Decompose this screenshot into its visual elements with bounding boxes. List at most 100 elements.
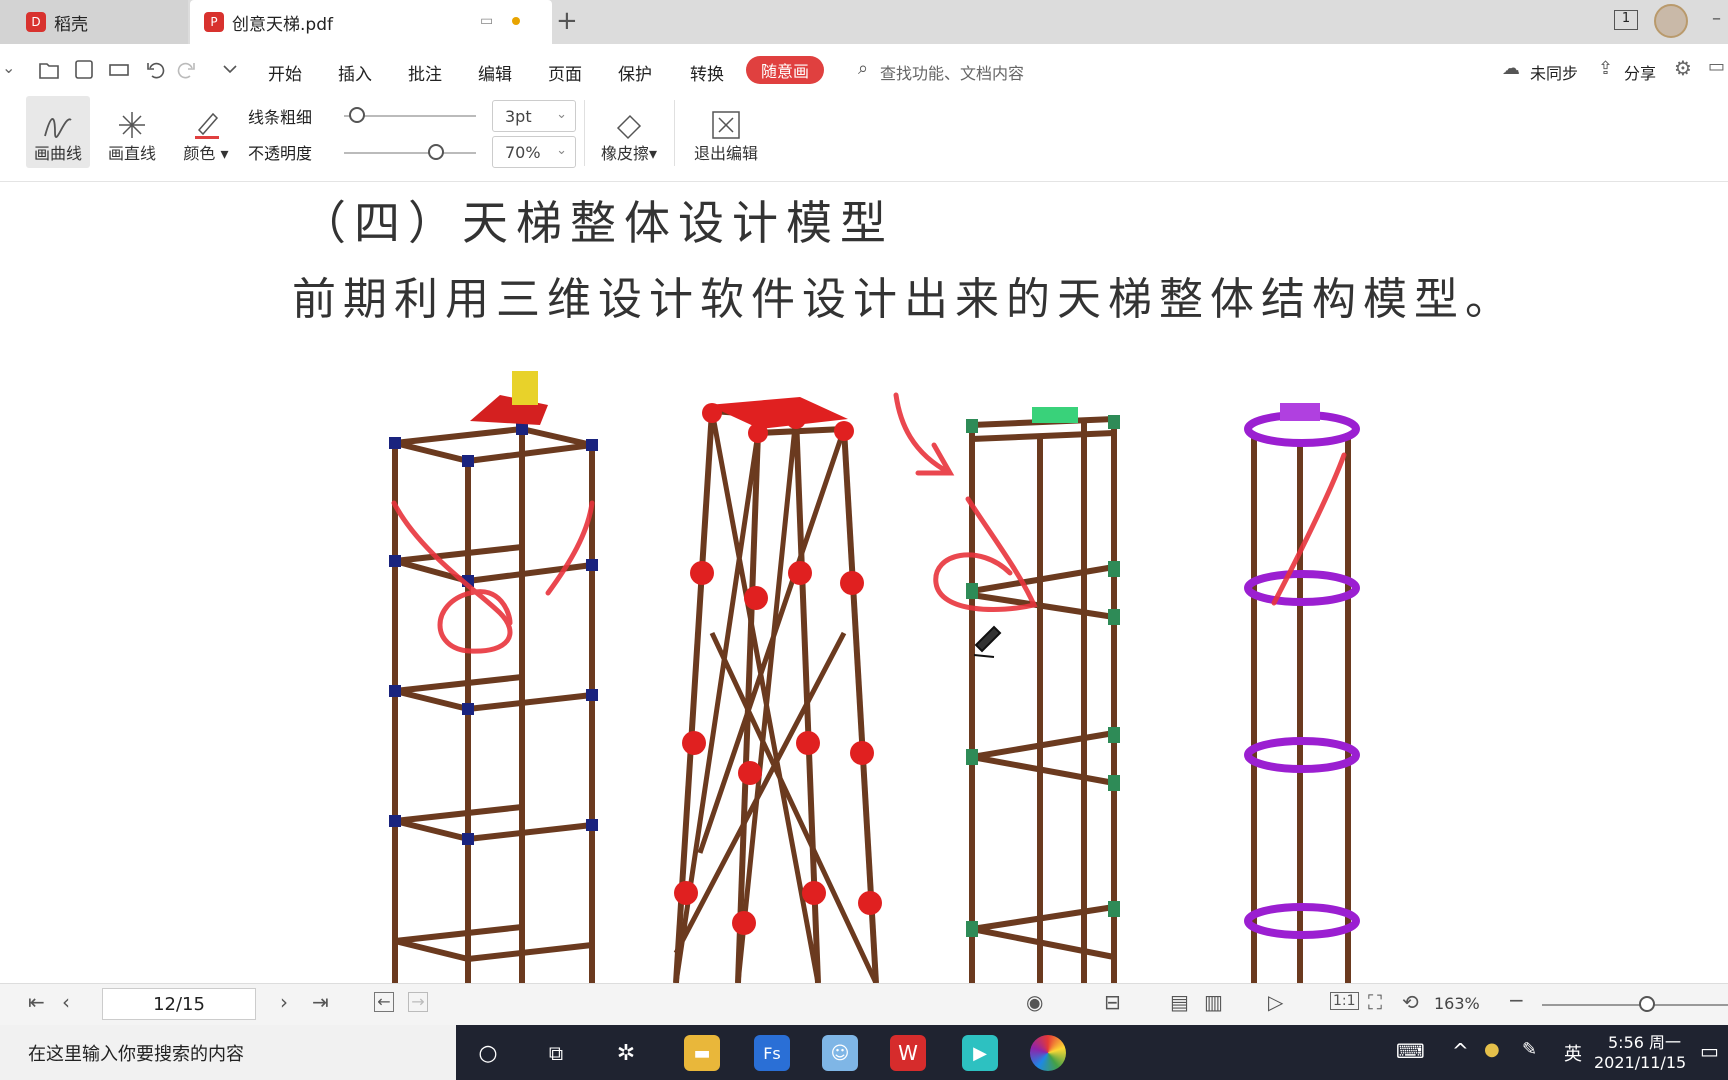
tray-app-icon[interactable]: ● — [1484, 1039, 1500, 1060]
wps-office-icon[interactable]: W — [890, 1035, 926, 1071]
pinwheel-app-icon[interactable]: ✲ — [608, 1035, 644, 1071]
fit-width-icon[interactable]: ⊟ — [1104, 990, 1121, 1014]
pencil-color-icon — [195, 112, 219, 139]
menu-insert[interactable]: 插入 — [338, 60, 372, 85]
menu-annotate[interactable]: 批注 — [408, 60, 442, 85]
two-page-icon[interactable]: ▥ — [1204, 990, 1223, 1014]
menu-start[interactable]: 开始 — [268, 60, 302, 85]
comment-icon[interactable]: ▭ — [1708, 56, 1725, 77]
zoom-slider-track[interactable] — [1542, 1004, 1728, 1006]
back-icon[interactable]: ← — [374, 992, 394, 1012]
color-picker-button[interactable]: 颜色 ▾ — [178, 96, 234, 168]
windows-taskbar: 在这里输入你要搜索的内容 ○ ⧉ ✲ ▬ Fs ☺ W ▶ ⌨ ^ ● ✎ 英 … — [0, 1025, 1728, 1080]
thickness-label: 线条粗细 — [248, 108, 313, 127]
tab-pdf-document[interactable]: P 创意天梯.pdf ▭ — [190, 0, 552, 44]
divider — [674, 100, 675, 166]
single-page-icon[interactable]: ▤ — [1170, 990, 1189, 1014]
tab-freehand-draw[interactable]: 随意画 — [746, 56, 824, 84]
new-tab-button[interactable]: + — [556, 6, 578, 36]
tab-docer[interactable]: D 稻壳 — [0, 0, 188, 44]
opacity-value: 70% — [505, 142, 541, 162]
fit-page-icon[interactable]: ⛶ — [1368, 990, 1382, 1014]
fs-app-icon[interactable]: Fs — [754, 1035, 790, 1071]
cortana-icon[interactable]: ○ — [470, 1035, 506, 1071]
next-page-icon[interactable]: › — [280, 990, 288, 1014]
forward-icon[interactable]: → — [408, 992, 428, 1012]
game-app-icon[interactable]: ☺ — [822, 1035, 858, 1071]
menu-convert[interactable]: 转换 — [690, 60, 724, 85]
color-wheel-app-icon[interactable] — [1030, 1035, 1066, 1071]
exit-edit-button[interactable]: 退出编辑 — [686, 96, 766, 168]
menu-protect[interactable]: 保护 — [618, 60, 652, 85]
draw-line-label: 画直线 — [107, 144, 156, 163]
eraser-icon — [616, 114, 642, 140]
last-page-icon[interactable]: ⇥ — [312, 990, 329, 1014]
curve-pen-icon — [44, 118, 72, 138]
save-icon — [75, 60, 93, 79]
avatar[interactable] — [1654, 4, 1688, 38]
draw-toolbar: 画曲线 画直线 颜色 ▾ 线条粗细 不透明度 3pt ⌄ 70% ⌄ 橡皮擦▾ 退出… — [0, 96, 1728, 182]
rotate-icon[interactable]: ⟲ — [1402, 990, 1419, 1014]
pdf-page[interactable]: （四）天梯整体设计模型 前期利用三维设计软件设计出来的天梯整体结构模型。 — [0, 183, 1728, 983]
menu-edit[interactable]: 编辑 — [478, 60, 512, 85]
menu-bar: ⌄ 开始 插入 批注 编辑 页面 保护 转换 ⌕ 查找功能、文档内容 ☁ 未同步… — [0, 44, 1728, 96]
thickness-select[interactable]: 3pt ⌄ — [492, 100, 576, 132]
first-page-icon[interactable]: ⇤ — [28, 990, 45, 1014]
pdf-file-icon: P — [204, 12, 224, 32]
thickness-slider-knob[interactable] — [349, 107, 366, 123]
docer-logo-icon: D — [26, 12, 46, 32]
color-label: 颜色 ▾ — [183, 144, 229, 163]
draw-curve-button[interactable]: 画曲线 — [26, 96, 90, 168]
input-method-indicator[interactable]: 英 — [1564, 1040, 1582, 1066]
close-box-icon — [712, 111, 740, 139]
settings-gear-icon[interactable]: ⚙ — [1674, 56, 1692, 80]
minimize-icon[interactable]: – — [1712, 8, 1721, 29]
search-input[interactable]: 查找功能、文档内容 — [880, 60, 1024, 84]
video-app-icon[interactable]: ▶ — [962, 1035, 998, 1071]
redo-icon — [177, 62, 195, 79]
section-heading: （四）天梯整体设计模型 — [300, 196, 894, 250]
tray-expand-icon[interactable]: ^ — [1452, 1039, 1469, 1063]
page-number-input[interactable]: 12/15 — [102, 988, 256, 1020]
share-button[interactable]: 分享 — [1624, 60, 1656, 84]
zoom-slider-knob[interactable] — [1639, 996, 1655, 1012]
pen-tray-icon[interactable]: ✎ — [1522, 1039, 1537, 1060]
exit-edit-label: 退出编辑 — [693, 144, 758, 163]
notification-icon[interactable]: ▭ — [1700, 1039, 1719, 1063]
search-icon: ⌕ — [858, 58, 869, 79]
sync-status[interactable]: 未同步 — [1530, 60, 1578, 84]
page-count-badge[interactable]: 1 — [1614, 10, 1638, 30]
keyboard-icon[interactable]: ⌨ — [1396, 1039, 1425, 1063]
body-paragraph: 前期利用三维设计软件设计出来的天梯整体结构模型。 — [292, 274, 1516, 325]
print-icon — [109, 64, 129, 76]
quick-access-toolbar — [39, 60, 237, 79]
undo-icon — [147, 62, 165, 79]
tab-label: 稻壳 — [54, 14, 88, 35]
file-explorer-icon[interactable]: ▬ — [684, 1035, 720, 1071]
play-icon[interactable]: ▷ — [1268, 990, 1283, 1014]
opacity-slider-knob[interactable] — [428, 144, 445, 160]
clock-time[interactable]: 5:56 周一 — [1608, 1029, 1681, 1053]
screen-icon[interactable]: ▭ — [480, 13, 493, 29]
zoom-out-icon[interactable]: − — [1508, 988, 1525, 1012]
chevron-down-icon[interactable]: ⌄ — [2, 58, 15, 77]
eraser-button[interactable]: 橡皮擦▾ — [594, 96, 664, 168]
tower-model-1 — [389, 371, 598, 983]
actual-size-icon[interactable]: 1:1 — [1330, 992, 1359, 1010]
draw-line-button[interactable]: 画直线 — [100, 96, 164, 168]
zoom-level[interactable]: 163% — [1434, 994, 1480, 1013]
opacity-select[interactable]: 70% ⌄ — [492, 136, 576, 168]
tower-model-2 — [673, 397, 882, 983]
cloud-sync-icon: ☁ — [1502, 58, 1520, 79]
unsaved-dot-icon — [512, 17, 520, 25]
taskbar-search-input[interactable]: 在这里输入你要搜索的内容 — [0, 1025, 456, 1080]
tower-models-figure — [389, 371, 1360, 983]
eye-protection-icon[interactable]: ◉ — [1026, 990, 1043, 1014]
eraser-label: 橡皮擦▾ — [600, 144, 658, 163]
clock-date[interactable]: 2021/11/15 — [1594, 1053, 1686, 1072]
prev-page-icon[interactable]: ‹ — [62, 990, 70, 1014]
task-view-icon[interactable]: ⧉ — [538, 1035, 574, 1071]
menu-page[interactable]: 页面 — [548, 60, 582, 85]
opacity-slider-track[interactable] — [344, 152, 476, 154]
share-icon: ⇪ — [1598, 58, 1614, 79]
